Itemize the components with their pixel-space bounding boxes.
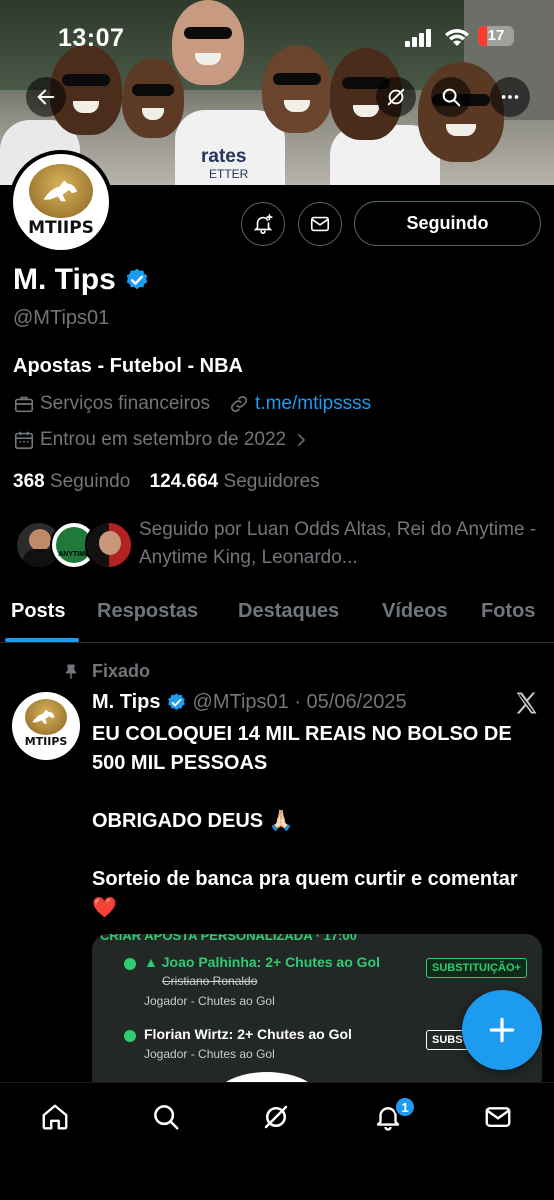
- pin-icon: [65, 664, 77, 679]
- tab-highlights[interactable]: Destaques: [238, 600, 339, 623]
- chevron-right-icon: [298, 434, 306, 446]
- profile-category[interactable]: Serviços financeiros: [40, 393, 210, 415]
- substitution-badge: SUBSTITUIÇÃO+: [426, 958, 527, 978]
- grok-icon: [387, 88, 405, 106]
- nav-search[interactable]: [148, 1099, 184, 1135]
- followers-label: Seguidores: [223, 471, 320, 492]
- horse-logo-icon: [43, 180, 77, 202]
- following-count-link[interactable]: 368 Seguindo: [13, 471, 130, 492]
- link-icon: [230, 395, 248, 413]
- followers-count-link[interactable]: 124.664 Seguidores: [150, 471, 320, 492]
- nav-grok[interactable]: [258, 1099, 294, 1135]
- mail-icon: [310, 216, 330, 232]
- tab-photos[interactable]: Fotos: [481, 600, 535, 623]
- post-header: M. Tips @MTips01 · 05/06/2025: [92, 691, 407, 714]
- search-icon: [154, 1105, 179, 1130]
- following-label: Seguindo: [49, 471, 131, 492]
- pinned-indicator: Fixado: [62, 661, 150, 682]
- post-body: EU COLOQUEI 14 MIL REAIS NO BOLSO DE 500…: [92, 720, 542, 952]
- bet-check-icon: [124, 1030, 136, 1042]
- bell-plus-icon: [253, 214, 273, 234]
- bet-market: Jogador - Chutes ao Gol: [144, 1047, 275, 1061]
- followed-by-text[interactable]: Seguido por Luan Odds Altas, Rei do Anyt…: [139, 516, 539, 572]
- plus-icon: [489, 1017, 515, 1043]
- profile-bio: Apostas - Futebol - NBA: [13, 355, 243, 377]
- bet-slip-header: CRIAR APOSTA PERSONALIZADA · 17:00: [100, 934, 357, 943]
- status-time: 13:07: [58, 24, 125, 52]
- profile-handle: @MTips01: [13, 307, 110, 329]
- active-tab-indicator: [5, 638, 79, 642]
- profile-tabs: Posts Respostas Destaques Vídeos Fotos: [0, 590, 554, 643]
- tab-videos[interactable]: Vídeos: [382, 600, 448, 623]
- bet-market: Jogador - Chutes ao Gol: [144, 994, 275, 1008]
- tab-posts[interactable]: Posts: [11, 600, 65, 623]
- shirt-text: rates: [201, 146, 247, 167]
- verified-badge-icon[interactable]: [124, 267, 150, 293]
- profile-name: M. Tips: [13, 263, 116, 296]
- nav-home[interactable]: [37, 1099, 73, 1135]
- pinned-label: Fixado: [92, 661, 151, 681]
- avatar-logo: MTIIPS: [13, 154, 109, 250]
- post-handle-date: @MTips01 · 05/06/2025: [192, 691, 407, 713]
- search-button[interactable]: [431, 77, 471, 117]
- profile-name-row: M. Tips: [13, 263, 150, 297]
- home-icon: [42, 1104, 68, 1130]
- following-count: 368: [13, 471, 45, 492]
- profile-meta-row: Serviços financeiros t.me/mtipssss: [13, 393, 371, 415]
- shirt-subtext: ETTER: [209, 167, 249, 181]
- horse-logo-icon: [32, 709, 55, 724]
- bottom-navigation: 1: [0, 1082, 554, 1200]
- more-dots-icon: [501, 95, 519, 99]
- post-author-avatar[interactable]: MTIIPS: [12, 692, 80, 760]
- status-bar: 13:07 17: [0, 0, 554, 70]
- search-icon: [442, 88, 461, 107]
- profile-joined-row[interactable]: Entrou em setembro de 2022: [13, 429, 315, 451]
- profile-link[interactable]: t.me/mtipssss: [255, 393, 371, 415]
- wifi-icon: [444, 27, 470, 47]
- follower-avatar[interactable]: [85, 521, 133, 569]
- message-button[interactable]: [298, 202, 342, 246]
- compose-post-button[interactable]: [462, 990, 542, 1070]
- notifications-badge: 1: [394, 1096, 416, 1118]
- following-button[interactable]: Seguindo: [354, 201, 541, 246]
- verified-badge-icon: [167, 693, 185, 710]
- post-avatar-logo-text: MTIIPS: [24, 735, 68, 748]
- profile-joined-date: Entrou em setembro de 2022: [40, 429, 287, 450]
- profile-avatar[interactable]: MTIIPS: [9, 150, 113, 254]
- banner-person: [122, 58, 184, 138]
- post-paragraph: EU COLOQUEI 14 MIL REAIS NO BOLSO DE 500…: [92, 723, 512, 774]
- cellular-signal-icon: [405, 29, 435, 47]
- bet-selection: Florian Wirtz: 2+ Chutes ao Gol: [144, 1026, 352, 1042]
- bet-check-icon: [124, 958, 136, 970]
- avatar-logo-text: MTIIPS: [28, 218, 94, 238]
- tab-replies[interactable]: Respostas: [97, 600, 198, 623]
- post-paragraph: Sorteio de banca pra quem curtir e comen…: [92, 868, 518, 919]
- follow-counts: 368 Seguindo 124.664 Seguidores: [13, 471, 320, 493]
- more-options-button[interactable]: [490, 77, 530, 117]
- mail-icon: [485, 1107, 511, 1127]
- grok-button[interactable]: [376, 77, 416, 117]
- bet-up-arrow-icon: ▲: [144, 954, 162, 970]
- x-logo-icon[interactable]: [512, 689, 540, 717]
- followers-count: 124.664: [149, 471, 219, 492]
- calendar-icon: [14, 431, 34, 450]
- post-avatar-logo: MTIIPS: [12, 692, 80, 760]
- post-paragraph: OBRIGADO DEUS 🙏🏻: [92, 810, 294, 832]
- back-arrow-icon: [37, 89, 55, 105]
- briefcase-icon: [14, 396, 34, 413]
- bet-selection: Joao Palhinha: 2+ Chutes ao Gol: [161, 954, 380, 970]
- battery-level: 17: [487, 27, 505, 44]
- grok-icon: [264, 1105, 288, 1129]
- battery-icon: 17: [478, 26, 514, 46]
- nav-messages[interactable]: [480, 1099, 516, 1135]
- notifications-subscribe-button[interactable]: [241, 202, 285, 246]
- banner-shirt: rates ETTER: [175, 110, 285, 185]
- back-button[interactable]: [26, 77, 66, 117]
- post-author-name[interactable]: M. Tips: [92, 691, 161, 714]
- bet-struck-selection: Cristiano Ronaldo: [162, 974, 258, 988]
